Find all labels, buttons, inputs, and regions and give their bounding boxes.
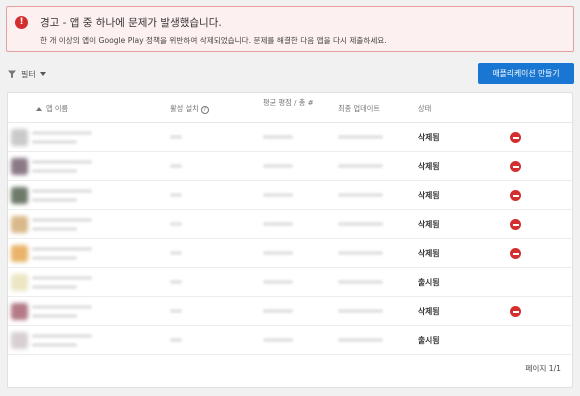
redacted-text [32, 276, 92, 280]
redacted-text [170, 135, 182, 139]
removed-status-icon[interactable] [510, 219, 521, 230]
table-row[interactable]: 출시됨 [8, 326, 572, 355]
status-label: 삭제됨 [418, 162, 440, 171]
status-label: 출시됨 [418, 336, 440, 345]
table-header: 앱 이름 활성 설치? 평균 평점 / 총 # 최종 업데이트 상태 [8, 93, 572, 123]
redacted-text [338, 309, 383, 313]
table-row[interactable]: 삭제됨 [8, 152, 572, 181]
redacted-text [32, 140, 77, 144]
redacted-text [263, 135, 293, 139]
redacted-text [32, 218, 92, 222]
column-status[interactable]: 상태 [418, 104, 431, 114]
column-active-installs[interactable]: 활성 설치? [170, 104, 209, 114]
redacted-text [170, 280, 182, 284]
column-last-updated[interactable]: 최종 업데이트 [338, 104, 380, 114]
status-label: 삭제됨 [418, 249, 440, 258]
app-icon [11, 245, 28, 262]
redacted-text [32, 285, 77, 289]
filter-label: 필터 [21, 69, 36, 79]
redacted-text [263, 222, 293, 226]
status-label: 출시됨 [418, 278, 440, 287]
removed-status-icon[interactable] [510, 161, 521, 172]
filter-button[interactable]: 필터 [7, 67, 46, 81]
redacted-text [338, 164, 383, 168]
app-icon [11, 187, 28, 204]
alert-description: 한 개 이상의 앱이 Google Play 정책을 위반하여 삭제되었습니다.… [40, 36, 387, 45]
table-row[interactable]: 출시됨 [8, 268, 572, 297]
redacted-text [32, 247, 92, 251]
app-icon [11, 332, 28, 349]
table-row[interactable]: 삭제됨 [8, 297, 572, 326]
redacted-text [338, 193, 383, 197]
redacted-text [32, 198, 77, 202]
status-label: 삭제됨 [418, 191, 440, 200]
removed-status-icon[interactable] [510, 190, 521, 201]
redacted-text [338, 251, 383, 255]
redacted-text [32, 314, 77, 318]
redacted-text [263, 309, 293, 313]
redacted-text [32, 334, 92, 338]
create-application-button[interactable]: 애플리케이션 만들기 [478, 63, 574, 84]
column-rating[interactable]: 평균 평점 / 총 # [263, 98, 321, 107]
alert-title: 경고 - 앱 중 하나에 문제가 발생했습니다. [40, 17, 222, 29]
removed-status-icon[interactable] [510, 306, 521, 317]
removed-status-icon[interactable] [510, 132, 521, 143]
redacted-text [338, 222, 383, 226]
redacted-text [263, 280, 293, 284]
apps-table: 앱 이름 활성 설치? 평균 평점 / 총 # 최종 업데이트 상태 삭제됨삭제… [7, 92, 573, 388]
table-row[interactable]: 삭제됨 [8, 181, 572, 210]
redacted-text [170, 222, 182, 226]
redacted-text [263, 193, 293, 197]
redacted-text [263, 338, 293, 342]
status-label: 삭제됨 [418, 220, 440, 229]
app-icon [11, 129, 28, 146]
status-label: 삭제됨 [418, 133, 440, 142]
table-row[interactable]: 삭제됨 [8, 123, 572, 152]
sort-ascending-icon [36, 107, 42, 111]
redacted-text [338, 135, 383, 139]
pagination: 페이지 1/1 [525, 364, 561, 373]
redacted-text [338, 338, 383, 342]
redacted-text [338, 280, 383, 284]
redacted-text [170, 309, 182, 313]
redacted-text [32, 169, 77, 173]
redacted-text [32, 256, 77, 260]
redacted-text [170, 338, 182, 342]
alert-banner: ! 경고 - 앱 중 하나에 문제가 발생했습니다. 한 개 이상의 앱이 Go… [6, 6, 574, 52]
redacted-text [32, 131, 92, 135]
redacted-text [170, 193, 182, 197]
status-label: 삭제됨 [418, 307, 440, 316]
column-app-name[interactable]: 앱 이름 [36, 104, 68, 114]
filter-icon [8, 70, 16, 78]
removed-status-icon[interactable] [510, 248, 521, 259]
help-icon[interactable]: ? [200, 106, 209, 114]
redacted-text [170, 164, 182, 168]
redacted-text [170, 251, 182, 255]
redacted-text [263, 164, 293, 168]
app-icon [11, 274, 28, 291]
redacted-text [32, 305, 92, 309]
redacted-text [32, 343, 77, 347]
app-icon [11, 216, 28, 233]
redacted-text [263, 251, 293, 255]
redacted-text [32, 227, 77, 231]
redacted-text [32, 160, 92, 164]
redacted-text [32, 189, 92, 193]
app-icon [11, 303, 28, 320]
table-row[interactable]: 삭제됨 [8, 239, 572, 268]
chevron-down-icon [39, 72, 46, 76]
error-icon: ! [15, 16, 28, 29]
table-row[interactable]: 삭제됨 [8, 210, 572, 239]
app-icon [11, 158, 28, 175]
